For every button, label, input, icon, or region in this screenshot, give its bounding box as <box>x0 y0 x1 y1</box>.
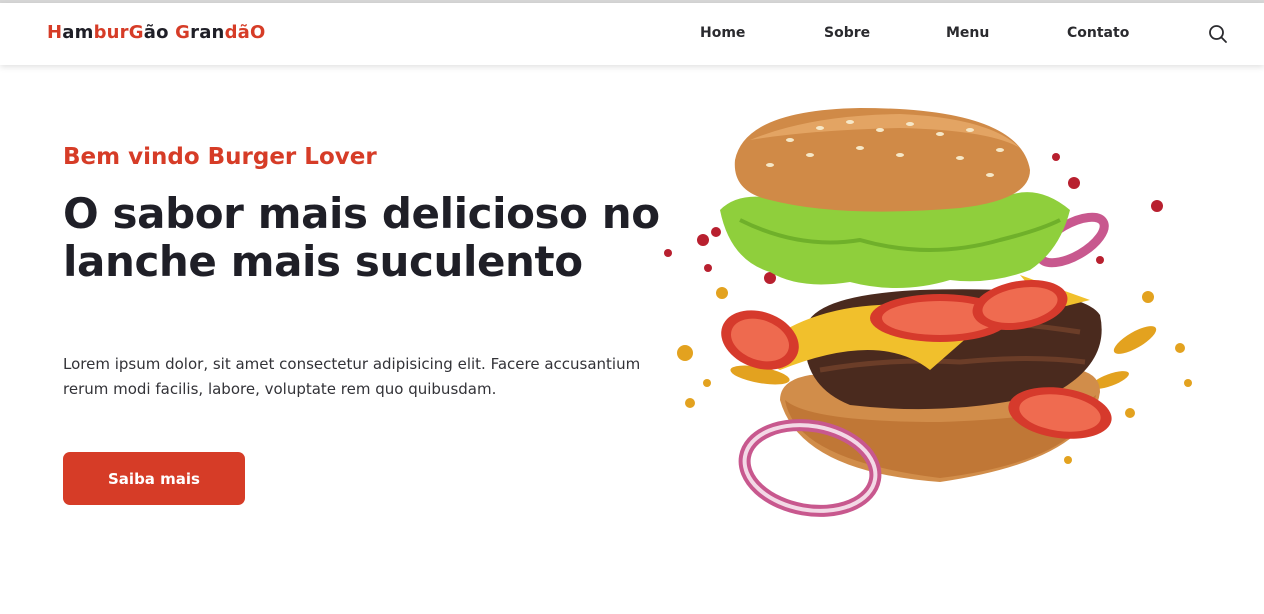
saiba-mais-button[interactable]: Saiba mais <box>63 452 245 505</box>
flying-burger-image <box>660 100 1220 530</box>
hero-title: O sabor mais delicioso no lanche mais su… <box>63 189 660 286</box>
nav-menu[interactable]: Menu <box>946 25 989 41</box>
navbar: HamburGão GrandãO Home Sobre Menu Contat… <box>0 3 1264 65</box>
hero-description: Lorem ipsum dolor, sit amet consectetur … <box>63 355 641 398</box>
nav-sobre[interactable]: Sobre <box>824 25 870 41</box>
nav-home[interactable]: Home <box>700 25 745 41</box>
hero-subtitle: Bem vindo Burger Lover <box>63 144 377 170</box>
search-icon[interactable] <box>1206 22 1230 46</box>
brand-logo[interactable]: HamburGão GrandãO <box>47 22 266 43</box>
nav-contato[interactable]: Contato <box>1067 25 1129 41</box>
